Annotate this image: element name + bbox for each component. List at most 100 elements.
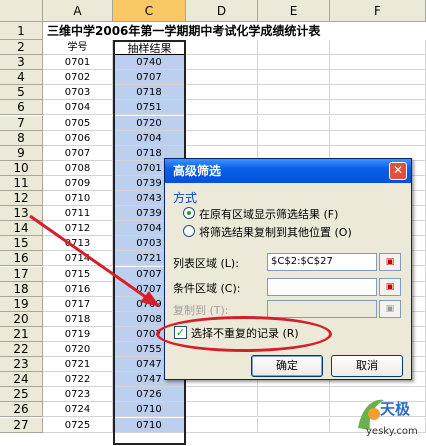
cell[interactable]: 0719 xyxy=(43,326,113,342)
cell[interactable]: 0705 xyxy=(43,115,113,131)
cell[interactable]: 0710 xyxy=(113,402,186,418)
list-range-collapse-icon[interactable]: ▣ xyxy=(379,253,401,271)
cell[interactable]: 0712 xyxy=(43,221,113,237)
column-header-f[interactable]: F xyxy=(330,0,426,22)
row-header[interactable]: 21 xyxy=(0,326,43,342)
cell[interactable] xyxy=(258,85,330,101)
row-header[interactable]: 10 xyxy=(0,160,43,176)
cell[interactable]: 0710 xyxy=(43,191,113,207)
cell[interactable] xyxy=(330,115,426,131)
row-header[interactable]: 13 xyxy=(0,206,43,222)
row-header[interactable]: 1 xyxy=(0,22,43,40)
column-header-a[interactable]: A xyxy=(43,0,113,22)
cell[interactable] xyxy=(186,70,258,86)
cell[interactable]: 0725 xyxy=(43,417,113,433)
cell[interactable] xyxy=(258,55,330,71)
row-header[interactable]: 4 xyxy=(0,70,43,86)
cell[interactable]: 0721 xyxy=(43,357,113,373)
row-header[interactable]: 2 xyxy=(0,40,43,56)
radio-filter-in-place[interactable] xyxy=(183,207,195,219)
cell[interactable]: 0704 xyxy=(43,100,113,116)
row-header[interactable]: 14 xyxy=(0,221,43,237)
cell[interactable]: 0740 xyxy=(113,55,186,71)
row-header[interactable]: 19 xyxy=(0,296,43,312)
cell[interactable] xyxy=(186,55,258,71)
cell[interactable]: 0706 xyxy=(43,130,113,146)
list-range-input[interactable]: $C$2:$C$27 xyxy=(267,253,377,271)
row-header[interactable]: 6 xyxy=(0,100,43,116)
cell[interactable]: 学号 xyxy=(43,40,113,56)
row-header[interactable]: 17 xyxy=(0,266,43,282)
cell[interactable] xyxy=(186,387,258,403)
cell[interactable]: 0726 xyxy=(113,387,186,403)
copy-to-input[interactable] xyxy=(267,300,377,318)
cell[interactable] xyxy=(258,387,330,403)
cell[interactable]: 0703 xyxy=(43,85,113,101)
row-header[interactable]: 16 xyxy=(0,251,43,267)
cell[interactable] xyxy=(186,100,258,116)
row-header[interactable]: 24 xyxy=(0,372,43,388)
row-header[interactable]: 26 xyxy=(0,402,43,418)
cell[interactable]: 0702 xyxy=(43,70,113,86)
cell[interactable]: 0720 xyxy=(43,342,113,358)
cell[interactable]: 0709 xyxy=(43,175,113,191)
cell[interactable]: 0704 xyxy=(113,130,186,146)
column-header-d[interactable]: D xyxy=(186,0,258,22)
cell[interactable] xyxy=(258,417,330,433)
cell[interactable]: 0723 xyxy=(43,387,113,403)
cell[interactable]: 0724 xyxy=(43,402,113,418)
select-all-corner[interactable] xyxy=(0,0,43,22)
cell[interactable] xyxy=(330,130,426,146)
cell[interactable] xyxy=(330,55,426,71)
cell[interactable]: 0720 xyxy=(113,115,186,131)
cell[interactable] xyxy=(186,115,258,131)
copy-to-collapse-icon[interactable]: ▣ xyxy=(379,300,401,318)
row-header[interactable]: 9 xyxy=(0,145,43,161)
radio-copy-to-location[interactable] xyxy=(183,225,195,237)
cell[interactable]: 0701 xyxy=(43,55,113,71)
cell[interactable] xyxy=(330,70,426,86)
cell[interactable] xyxy=(330,85,426,101)
cell[interactable]: 0717 xyxy=(43,296,113,312)
cancel-button[interactable]: 取消 xyxy=(331,355,403,377)
row-header[interactable]: 20 xyxy=(0,311,43,327)
row-header[interactable]: 15 xyxy=(0,236,43,252)
cell[interactable] xyxy=(258,100,330,116)
cell[interactable]: 0715 xyxy=(43,266,113,282)
row-header[interactable]: 3 xyxy=(0,55,43,71)
row-header[interactable]: 11 xyxy=(0,175,43,191)
row-header[interactable]: 23 xyxy=(0,357,43,373)
row-header[interactable]: 5 xyxy=(0,85,43,101)
cell[interactable]: 0713 xyxy=(43,236,113,252)
cell[interactable]: 0714 xyxy=(43,251,113,267)
cell[interactable]: 0711 xyxy=(43,206,113,222)
criteria-range-input[interactable] xyxy=(267,278,377,296)
cell[interactable]: 0718 xyxy=(113,85,186,101)
cell[interactable]: 0710 xyxy=(113,417,186,433)
cell[interactable] xyxy=(330,40,426,56)
cell[interactable] xyxy=(258,70,330,86)
cell[interactable] xyxy=(186,40,258,56)
cell[interactable]: 0707 xyxy=(113,70,186,86)
row-header[interactable]: 18 xyxy=(0,281,43,297)
cell[interactable] xyxy=(258,115,330,131)
column-header-e[interactable]: E xyxy=(258,0,330,22)
ok-button[interactable]: 确定 xyxy=(251,355,323,377)
row-header[interactable]: 27 xyxy=(0,417,43,433)
cell[interactable]: 0708 xyxy=(43,160,113,176)
cell[interactable]: 0707 xyxy=(43,145,113,161)
cell[interactable] xyxy=(186,130,258,146)
cell[interactable] xyxy=(186,85,258,101)
cell[interactable] xyxy=(258,402,330,418)
row-header[interactable]: 25 xyxy=(0,387,43,403)
cell[interactable] xyxy=(258,40,330,56)
row-header[interactable]: 12 xyxy=(0,191,43,207)
row-header[interactable]: 22 xyxy=(0,342,43,358)
row-header[interactable]: 8 xyxy=(0,130,43,146)
cell[interactable] xyxy=(186,402,258,418)
cell[interactable]: 0751 xyxy=(113,100,186,116)
column-header-c[interactable]: C xyxy=(113,0,186,22)
cell[interactable]: 抽样结果 xyxy=(113,40,186,56)
unique-records-checkbox[interactable]: ✓ xyxy=(174,326,187,339)
cell[interactable] xyxy=(330,100,426,116)
